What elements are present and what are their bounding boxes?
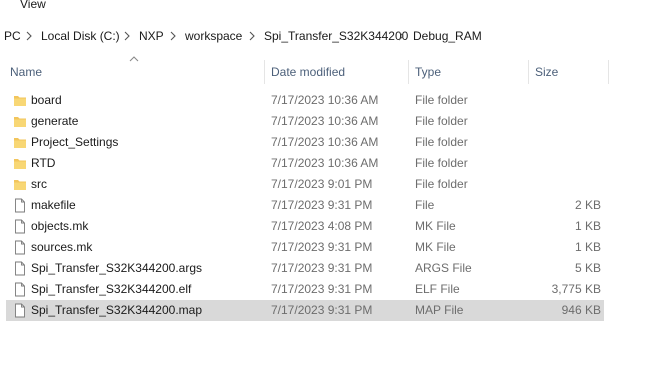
file-name[interactable]: sources.mk <box>31 240 92 254</box>
column-divider[interactable] <box>608 60 609 84</box>
file-icon <box>13 282 27 297</box>
folder-icon <box>13 114 27 129</box>
file-name[interactable]: generate <box>31 114 78 128</box>
column-divider[interactable] <box>264 60 265 84</box>
file-date: 7/17/2023 10:36 AM <box>271 135 379 149</box>
sort-up-icon <box>129 56 139 62</box>
file-name[interactable]: RTD <box>31 156 55 170</box>
file-size: 5 KB <box>574 261 601 275</box>
file-size: 3,775 KB <box>551 282 601 296</box>
file-type: File folder <box>415 177 468 191</box>
file-row[interactable]: objects.mk 7/17/2023 4:08 PM MK File 1 KB <box>6 216 604 237</box>
file-type: MAP File <box>415 303 464 317</box>
file-type: File folder <box>415 114 468 128</box>
file-date: 7/17/2023 9:01 PM <box>271 177 373 191</box>
file-date: 7/17/2023 4:08 PM <box>271 219 373 233</box>
file-size: 2 KB <box>574 198 601 212</box>
chevron-right-icon[interactable] <box>24 30 34 42</box>
folder-icon <box>13 93 27 108</box>
chevron-right-icon[interactable] <box>247 30 257 42</box>
file-row[interactable]: board 7/17/2023 10:36 AM File folder <box>6 90 604 111</box>
breadcrumb-item-debug-ram[interactable]: Debug_RAM <box>413 29 482 43</box>
menu-bar: View <box>0 0 660 14</box>
folder-icon <box>13 135 27 150</box>
file-date: 7/17/2023 9:31 PM <box>271 240 373 254</box>
file-name[interactable]: Project_Settings <box>31 135 118 149</box>
file-type: File folder <box>415 135 468 149</box>
file-row[interactable]: Project_Settings 7/17/2023 10:36 AM File f… <box>6 132 604 153</box>
file-name[interactable]: makefile <box>31 198 76 212</box>
file-row[interactable]: src 7/17/2023 9:01 PM File folder <box>6 174 604 195</box>
file-date: 7/17/2023 10:36 AM <box>271 114 379 128</box>
column-divider[interactable] <box>528 60 529 84</box>
file-date: 7/17/2023 9:31 PM <box>271 261 373 275</box>
file-type: MK File <box>415 219 456 233</box>
chevron-right-icon[interactable] <box>168 30 178 42</box>
breadcrumb-item-local-disk[interactable]: Local Disk (C:) <box>41 29 120 43</box>
menu-view[interactable]: View <box>20 0 46 11</box>
column-header-size[interactable]: Size <box>535 65 558 79</box>
file-name[interactable]: board <box>31 93 62 107</box>
breadcrumb-item-pc[interactable]: PC <box>4 29 21 43</box>
file-icon <box>13 240 27 255</box>
file-icon <box>13 261 27 276</box>
breadcrumb[interactable]: PC Local Disk (C:) NXP workspace Spi_Tra… <box>0 26 660 48</box>
file-name[interactable]: Spi_Transfer_S32K344200.elf <box>31 282 191 296</box>
file-row[interactable]: Spi_Transfer_S32K344200.elf 7/17/2023 9:3… <box>6 279 604 300</box>
file-type: File folder <box>415 156 468 170</box>
file-name[interactable]: Spi_Transfer_S32K344200.args <box>31 261 202 275</box>
file-type: ARGS File <box>415 261 472 275</box>
file-date: 7/17/2023 9:31 PM <box>271 303 373 317</box>
file-row[interactable]: Spi_Transfer_S32K344200.args 7/17/2023 9:… <box>6 258 604 279</box>
file-row[interactable]: RTD 7/17/2023 10:36 AM File folder <box>6 153 604 174</box>
breadcrumb-item-workspace[interactable]: workspace <box>185 29 242 43</box>
chevron-right-icon[interactable] <box>396 30 406 42</box>
file-name[interactable]: src <box>31 177 47 191</box>
file-icon <box>13 303 27 318</box>
file-size: 1 KB <box>574 219 601 233</box>
file-date: 7/17/2023 10:36 AM <box>271 93 379 107</box>
file-date: 7/17/2023 10:36 AM <box>271 156 379 170</box>
file-type: ELF File <box>415 282 460 296</box>
file-date: 7/17/2023 9:31 PM <box>271 282 373 296</box>
file-name[interactable]: Spi_Transfer_S32K344200.map <box>31 303 202 317</box>
file-size: 946 KB <box>561 303 601 317</box>
column-header-row: Name Date modified Type Size <box>0 56 660 86</box>
file-row[interactable]: Spi_Transfer_S32K344200.map 7/17/2023 9:3… <box>6 300 604 321</box>
file-name[interactable]: objects.mk <box>31 219 88 233</box>
breadcrumb-item-project[interactable]: Spi_Transfer_S32K344200 <box>264 29 408 43</box>
column-divider[interactable] <box>408 60 409 84</box>
file-date: 7/17/2023 9:31 PM <box>271 198 373 212</box>
folder-icon <box>13 177 27 192</box>
column-header-date[interactable]: Date modified <box>271 65 345 79</box>
file-type: File folder <box>415 93 468 107</box>
file-type: File <box>415 198 435 212</box>
folder-icon <box>13 156 27 171</box>
breadcrumb-item-nxp[interactable]: NXP <box>139 29 164 43</box>
file-size: 1 KB <box>574 240 601 254</box>
column-header-name[interactable]: Name <box>10 65 42 79</box>
column-header-type[interactable]: Type <box>415 65 441 79</box>
file-row[interactable]: sources.mk 7/17/2023 9:31 PM MK File 1 KB <box>6 237 604 258</box>
file-type: MK File <box>415 240 456 254</box>
chevron-right-icon[interactable] <box>122 30 132 42</box>
file-icon <box>13 198 27 213</box>
file-icon <box>13 219 27 234</box>
file-row[interactable]: generate 7/17/2023 10:36 AM File folder <box>6 111 604 132</box>
file-row[interactable]: makefile 7/17/2023 9:31 PM File 2 KB <box>6 195 604 216</box>
